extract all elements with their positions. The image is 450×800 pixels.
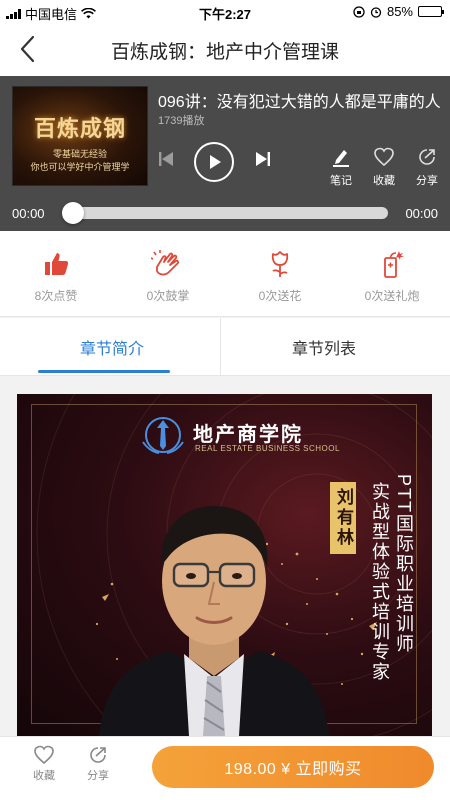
- tab-chapter-list[interactable]: 章节列表: [212, 318, 436, 376]
- school-logo-icon: [142, 417, 184, 454]
- progress-bar[interactable]: [70, 207, 388, 219]
- instructor-title-1: PTT国际职业培训师: [394, 474, 414, 654]
- alarm-icon: [370, 6, 382, 18]
- clap-icon: [151, 250, 180, 276]
- note-label: 笔记: [330, 175, 352, 187]
- battery-percent: 85%: [386, 4, 413, 19]
- audio-player: 百炼成钢 零基础无经验 你也可以学好中介管理学 096讲：没有犯过大错的人都是平…: [0, 76, 450, 231]
- total-time: 00:00: [405, 206, 438, 221]
- course-cover-image: 百炼成钢 零基础无经验 你也可以学好中介管理学: [12, 86, 148, 186]
- bottom-favorite-label: 收藏: [33, 770, 55, 782]
- clap-action[interactable]: 0次鼓掌: [113, 249, 223, 304]
- firecracker-action[interactable]: 0次送礼炮: [337, 249, 447, 304]
- play-icon: [210, 155, 221, 169]
- bottom-share-button[interactable]: 分享: [78, 745, 118, 783]
- skip-next-icon: [256, 152, 270, 166]
- next-track-button[interactable]: [252, 148, 274, 170]
- previous-track-button[interactable]: [155, 148, 177, 170]
- school-name: 地产商学院: [193, 424, 303, 446]
- purchase-bar: 收藏 分享 198.00 ¥ 立即购买: [0, 736, 450, 800]
- heart-icon: [34, 745, 54, 765]
- firecracker-count: 0次送礼炮: [364, 289, 420, 303]
- share-icon: [419, 149, 435, 165]
- status-bar: 中国电信 下午2:27 85%: [0, 0, 450, 22]
- school-name-en: REAL ESTATE BUSINESS SCHOOL: [195, 444, 340, 453]
- share-icon: [90, 747, 106, 763]
- orientation-lock-icon: [353, 5, 365, 18]
- share-label: 分享: [416, 175, 438, 187]
- tab-chapter-intro-label: 章节简介: [79, 341, 144, 358]
- play-count: 1739播放: [158, 115, 205, 127]
- cover-title: 百炼成钢: [33, 116, 126, 141]
- current-time: 00:00: [12, 206, 45, 221]
- favorite-label: 收藏: [373, 175, 395, 187]
- flower-action[interactable]: 0次送花: [225, 249, 335, 304]
- progress-thumb[interactable]: [62, 202, 84, 224]
- chapter-tabs: 章节简介 章节列表: [0, 318, 450, 376]
- bottom-favorite-button[interactable]: 收藏: [24, 745, 64, 783]
- page-title: 百炼成钢：地产中介管理课: [110, 42, 339, 63]
- flower-count: 0次送花: [258, 289, 302, 303]
- play-button[interactable]: [194, 142, 234, 182]
- share-button[interactable]: 分享: [410, 146, 444, 188]
- thumbs-up-icon: [45, 253, 69, 275]
- note-button[interactable]: 笔记: [324, 146, 358, 188]
- skip-previous-icon: [159, 152, 173, 166]
- reaction-bar: 8次点赞 0次鼓掌 0次送花 0次送礼炮: [0, 231, 450, 317]
- battery-icon: [418, 6, 444, 17]
- cover-subtitle-2: 你也可以学好中介管理学: [30, 162, 130, 172]
- buy-now-button[interactable]: 198.00 ¥ 立即购买: [152, 746, 434, 788]
- like-count: 8次点赞: [34, 289, 78, 303]
- firecracker-icon: [384, 251, 404, 278]
- cover-subtitle-1: 零基础无经验: [52, 149, 107, 159]
- pen-note-icon: [333, 150, 349, 167]
- heart-icon: [374, 147, 394, 167]
- like-action[interactable]: 8次点赞: [1, 249, 111, 304]
- flower-icon: [271, 251, 289, 277]
- favorite-button[interactable]: 收藏: [367, 146, 401, 188]
- instructor-portrait: [99, 506, 329, 736]
- active-tab-indicator: [38, 370, 170, 373]
- nav-bar: 百炼成钢：地产中介管理课: [0, 22, 450, 76]
- clap-count: 0次鼓掌: [146, 289, 190, 303]
- bottom-share-label: 分享: [87, 770, 109, 782]
- instructor-title-2: 实战型体验式培训专家: [370, 482, 390, 682]
- track-title: 096讲：没有犯过大错的人都是平庸的人: [158, 94, 441, 111]
- instructor-poster: 地产商学院 REAL ESTATE BUSINESS SCHOOL 刘有林 PT…: [17, 394, 432, 736]
- tab-chapter-list-label: 章节列表: [291, 341, 356, 358]
- tab-chapter-intro[interactable]: 章节简介: [0, 318, 224, 376]
